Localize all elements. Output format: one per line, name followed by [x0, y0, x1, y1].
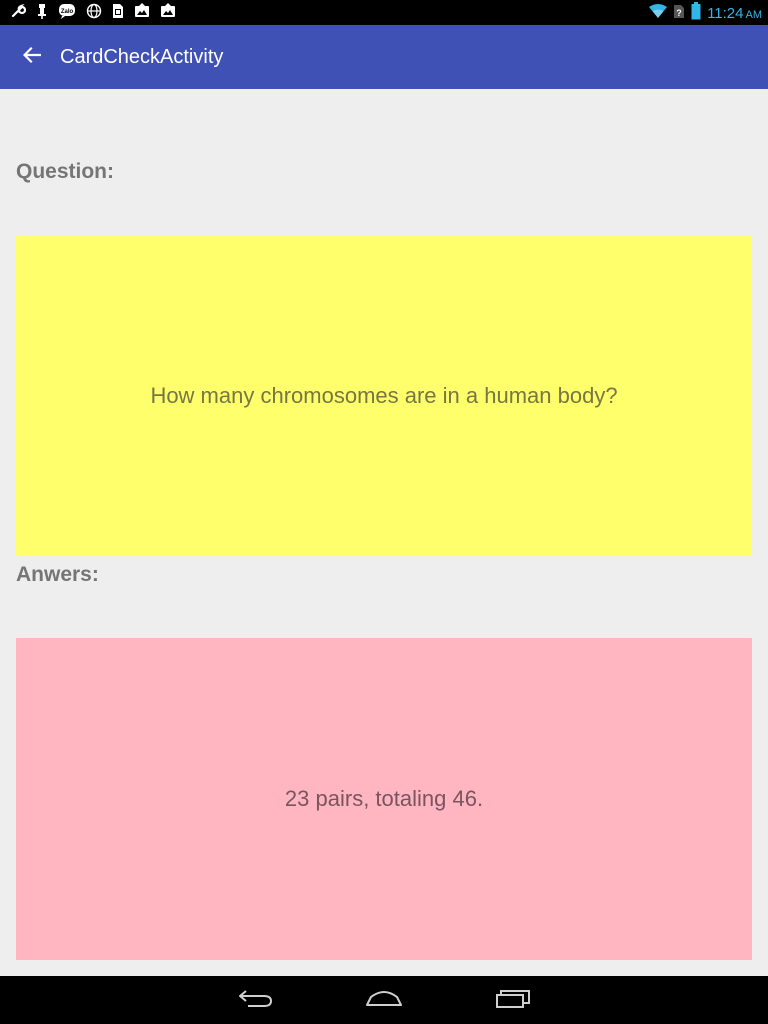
- back-icon: [238, 987, 274, 1014]
- nav-back-button[interactable]: [226, 984, 286, 1016]
- recents-icon: [495, 987, 531, 1014]
- answer-label: Anwers:: [16, 563, 99, 586]
- signal-icon: ?: [673, 3, 685, 24]
- pin-icon: [36, 3, 48, 19]
- status-time-value: 11:24: [707, 5, 744, 22]
- nav-home-button[interactable]: [354, 984, 414, 1016]
- arrow-left-icon: [22, 46, 42, 69]
- wifi-icon: [649, 4, 668, 23]
- system-status: ? 11:24 AM: [649, 2, 762, 25]
- question-card: How many chromosomes are in a human body…: [16, 236, 752, 556]
- back-button[interactable]: [14, 39, 50, 75]
- answer-text: 23 pairs, totaling 46.: [284, 786, 484, 811]
- nav-recents-button[interactable]: [483, 984, 543, 1016]
- svg-text:?: ?: [676, 8, 682, 18]
- globe-icon: [86, 3, 102, 19]
- status-time: 11:24 AM: [707, 5, 762, 22]
- notification-icons: Zalo: [10, 3, 176, 19]
- status-time-ampm: AM: [745, 9, 763, 21]
- zalo-icon: Zalo: [58, 3, 76, 19]
- question-label: Question:: [16, 160, 114, 183]
- image-upload-icon-2: [160, 3, 176, 19]
- question-text: How many chromosomes are in a human body…: [150, 383, 618, 408]
- page-title: CardCheckActivity: [60, 46, 224, 68]
- sim-icon: [112, 3, 124, 19]
- wrench-icon: [10, 3, 26, 19]
- battery-icon: [691, 2, 701, 25]
- home-icon: [365, 987, 403, 1014]
- status-bar: Zalo ? 11:24 AM: [0, 0, 768, 25]
- svg-text:Zalo: Zalo: [61, 9, 74, 15]
- app-bar: CardCheckActivity: [0, 25, 768, 89]
- image-upload-icon: [134, 3, 150, 19]
- navigation-bar: [0, 976, 768, 1024]
- answer-card: 23 pairs, totaling 46.: [16, 638, 752, 960]
